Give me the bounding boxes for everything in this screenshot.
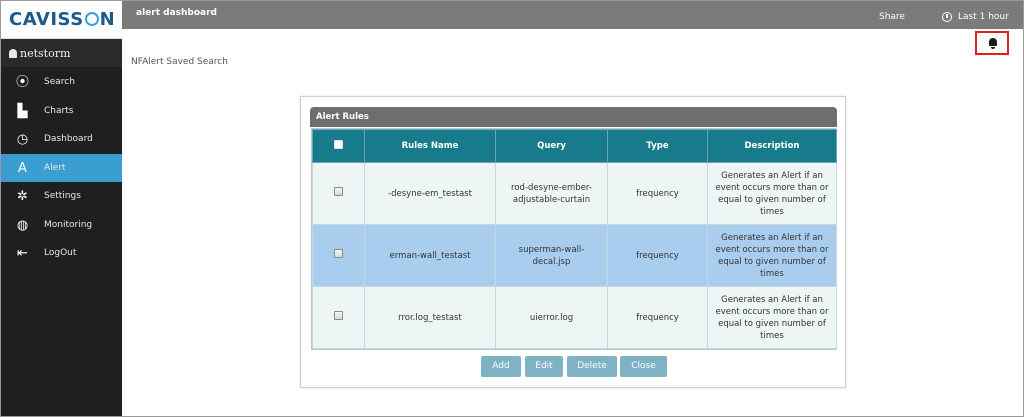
gear-icon: ✲ [17, 189, 28, 204]
sidebar-item-label: LogOut [44, 248, 77, 258]
edit-button[interactable]: Edit [525, 356, 563, 377]
top-bar: alert dashboard Share Last 1 hour [122, 1, 1023, 29]
sidebar-item-label: Search [44, 77, 75, 87]
description-cell: Generates an Alert if an event occurs mo… [707, 224, 837, 287]
table-row[interactable]: rror.log_testast uierror.log frequency Gene… [312, 286, 837, 349]
alert-icon: A [18, 160, 27, 176]
clock-icon[interactable] [942, 12, 952, 22]
notification-button[interactable] [975, 31, 1009, 55]
rule-name-cell: erman-wall_testast [364, 224, 496, 287]
type-cell: frequency [607, 162, 708, 225]
globe-icon: ◍ [16, 217, 29, 233]
table-row[interactable]: -desyne-em_testast rod-desyne-ember-adjus… [312, 162, 837, 225]
select-all-header [312, 129, 365, 163]
user-name: netstorm [20, 47, 71, 60]
sidebar-item-charts[interactable]: ▙ Charts [1, 97, 122, 126]
row-select-cell [312, 162, 365, 225]
sidebar-item-alert[interactable]: A Alert [1, 153, 122, 182]
sidebar-item-label: Settings [44, 191, 81, 201]
sidebar-item-label: Alert [44, 162, 66, 173]
delete-button[interactable]: Delete [567, 356, 617, 377]
dashboard-icon: ◷ [16, 132, 29, 147]
logo-text: CAVISS N [9, 9, 116, 30]
sidebar: CAVISS N netstorm ⦿ Search ▙ Charts ◷ Dashboar… [1, 1, 122, 416]
bell-icon [989, 38, 997, 49]
rules-table-wrapper: Rules Name Query Type Description -desyn… [311, 128, 837, 350]
table-header-row: Rules Name Query Type Description [312, 129, 837, 163]
alert-rules-dialog: Alert Rules Rules Name Query Type Descri… [300, 96, 846, 388]
sidebar-item-label: Dashboard [44, 134, 93, 144]
row-checkbox[interactable] [334, 311, 343, 320]
row-checkbox[interactable] [334, 249, 343, 258]
column-header-rules-name[interactable]: Rules Name [364, 129, 496, 163]
type-cell: frequency [607, 224, 708, 287]
rule-name-cell: -desyne-em_testast [364, 162, 496, 225]
sidebar-item-monitoring[interactable]: ◍ Monitoring [1, 211, 122, 240]
rule-name-cell: rror.log_testast [364, 286, 496, 349]
rules-table: Rules Name Query Type Description -desyn… [312, 129, 837, 349]
logo-o-ring [84, 12, 99, 26]
user-icon [9, 49, 17, 58]
logo[interactable]: CAVISS N [1, 1, 122, 39]
logout-icon: ⇤ [17, 246, 28, 261]
query-cell: uierror.log [495, 286, 608, 349]
description-cell: Generates an Alert if an event occurs mo… [707, 286, 837, 349]
row-select-cell [312, 286, 365, 349]
row-checkbox[interactable] [334, 187, 343, 196]
saved-search-label: NFAlert Saved Search [131, 57, 228, 67]
sidebar-nav: ⦿ Search ▙ Charts ◷ Dashboard A Alert ✲ Settings ◍… [1, 68, 122, 268]
description-cell: Generates an Alert if an event occurs mo… [707, 162, 837, 225]
page-title: alert dashboard [136, 8, 217, 18]
add-button[interactable]: Add [481, 356, 521, 377]
sidebar-item-logout[interactable]: ⇤ LogOut [1, 239, 122, 268]
query-cell: superman-wall-decal.jsp [495, 224, 608, 287]
user-row[interactable]: netstorm [1, 39, 122, 67]
time-range-selector[interactable]: Last 1 hour [958, 12, 1009, 22]
select-all-checkbox[interactable] [334, 140, 343, 149]
sidebar-item-dashboard[interactable]: ◷ Dashboard [1, 125, 122, 154]
column-header-type[interactable]: Type [607, 129, 708, 163]
sidebar-item-label: Monitoring [44, 219, 93, 230]
compass-icon: ⦿ [15, 75, 29, 90]
close-button[interactable]: Close [620, 356, 667, 377]
share-button[interactable]: Share [879, 12, 905, 22]
sidebar-item-label: Charts [44, 105, 74, 116]
type-cell: frequency [607, 286, 708, 349]
table-row[interactable]: erman-wall_testast superman-wall-decal.js… [312, 224, 837, 287]
sidebar-item-settings[interactable]: ✲ Settings [1, 182, 122, 211]
dialog-title: Alert Rules [310, 107, 837, 127]
column-header-query[interactable]: Query [495, 129, 608, 163]
rules-table-body: -desyne-em_testast rod-desyne-ember-adjus… [312, 162, 837, 349]
column-header-description[interactable]: Description [707, 129, 837, 163]
query-cell: rod-desyne-ember-adjustable-curtain [495, 162, 608, 225]
row-select-cell [312, 224, 365, 287]
bar-chart-icon: ▙ [17, 103, 28, 119]
sidebar-item-search[interactable]: ⦿ Search [1, 68, 122, 97]
